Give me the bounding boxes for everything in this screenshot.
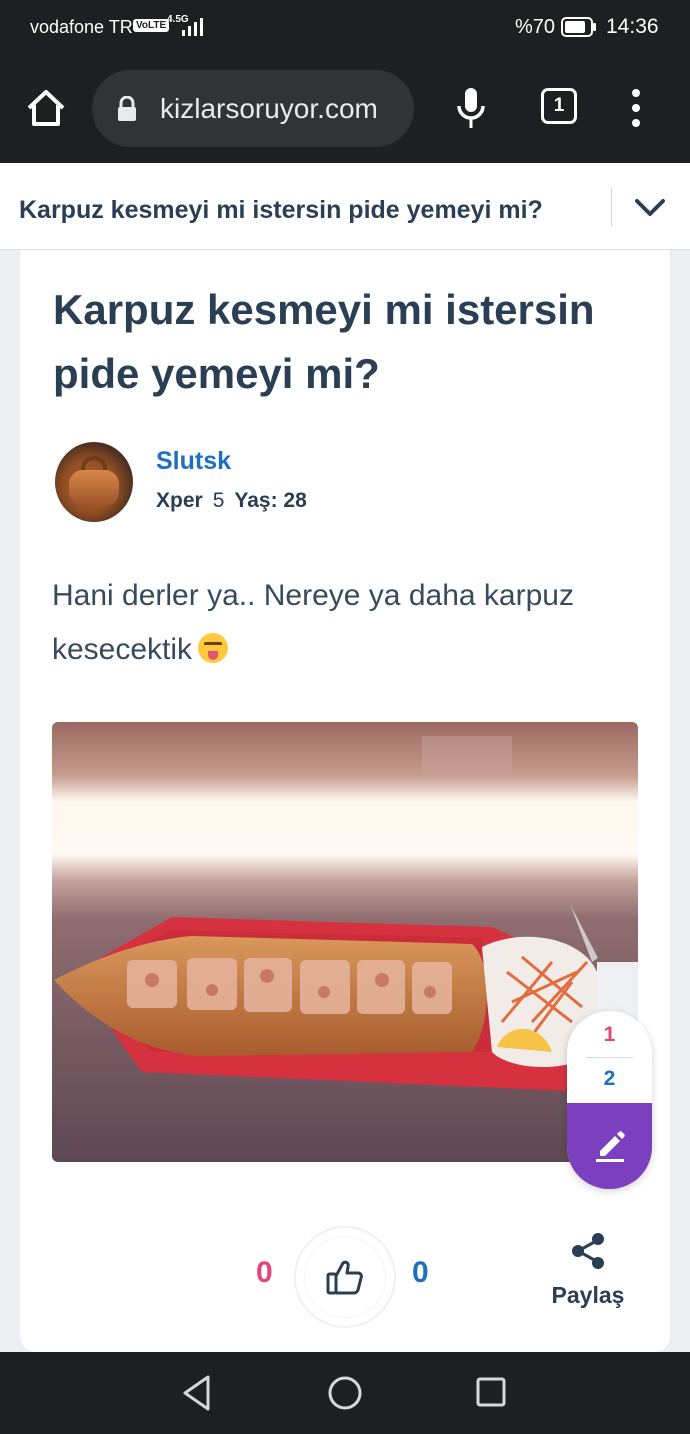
answer-pager: 1 2: [567, 1011, 652, 1189]
author-name[interactable]: Slutsk: [156, 447, 231, 476]
battery-icon: [561, 17, 596, 37]
avatar[interactable]: [55, 442, 133, 522]
more-vert-icon[interactable]: [626, 88, 646, 128]
address-bar[interactable]: kizlarsoruyor.com: [92, 70, 414, 147]
dislike-count: 0: [256, 1256, 273, 1289]
lock-icon: [118, 96, 136, 121]
microphone-icon[interactable]: [454, 86, 488, 130]
question-photo[interactable]: [52, 722, 638, 1162]
write-answer-button[interactable]: [567, 1103, 652, 1189]
clock: 14:36: [606, 15, 659, 38]
pencil-icon: [596, 1131, 625, 1162]
sticky-question-header: Karpuz kesmeyi mi istersin pide yemeyi m…: [0, 163, 690, 250]
share-label: Paylaş: [551, 1282, 625, 1308]
sticky-question-title[interactable]: Karpuz kesmeyi mi istersin pide yemeyi m…: [19, 196, 543, 225]
home-nav-icon[interactable]: [327, 1375, 363, 1411]
browser-toolbar: kizlarsoruyor.com 1: [0, 56, 690, 163]
author-meta: Xper 5 Yaş: 28: [156, 489, 307, 513]
url-text: kizlarsoruyor.com: [160, 93, 378, 124]
like-count: 0: [412, 1256, 429, 1289]
carrier-name: vodafone TR: [30, 17, 133, 37]
author-age: Yaş: 28: [234, 489, 307, 512]
chevron-down-icon[interactable]: [633, 193, 667, 221]
pager-page-2[interactable]: 2: [567, 1067, 652, 1091]
signal-icon: [182, 18, 203, 36]
like-button[interactable]: [294, 1226, 396, 1328]
share-icon: [572, 1233, 604, 1269]
tab-switcher-button[interactable]: 1: [541, 88, 577, 124]
home-icon[interactable]: [24, 86, 68, 130]
volte-badge: VoLTE: [133, 19, 170, 32]
battery-percent: %70: [515, 16, 556, 38]
recent-apps-icon[interactable]: [475, 1376, 507, 1408]
author-badge: Xper: [156, 489, 203, 512]
author-level: 5: [212, 489, 225, 512]
status-bar: vodafone TR VoLTE 4.5G %70 14:36: [0, 0, 690, 56]
question-body: Hani derler ya.. Nereye ya daha karpuz k…: [52, 569, 642, 677]
question-title: Karpuz kesmeyi mi istersin pide yemeyi m…: [53, 286, 595, 397]
system-navigation-bar: [0, 1352, 690, 1434]
pager-divider: [586, 1057, 633, 1058]
back-icon[interactable]: [180, 1374, 214, 1412]
question-body-text: Hani derler ya.. Nereye ya daha karpuz k…: [52, 579, 574, 666]
pager-page-1[interactable]: 1: [567, 1023, 652, 1047]
divider: [611, 188, 612, 226]
thumbs-up-icon: [326, 1260, 363, 1295]
share-button[interactable]: Paylaş: [544, 1230, 632, 1320]
squinting-face-with-tongue-icon: [198, 633, 229, 663]
